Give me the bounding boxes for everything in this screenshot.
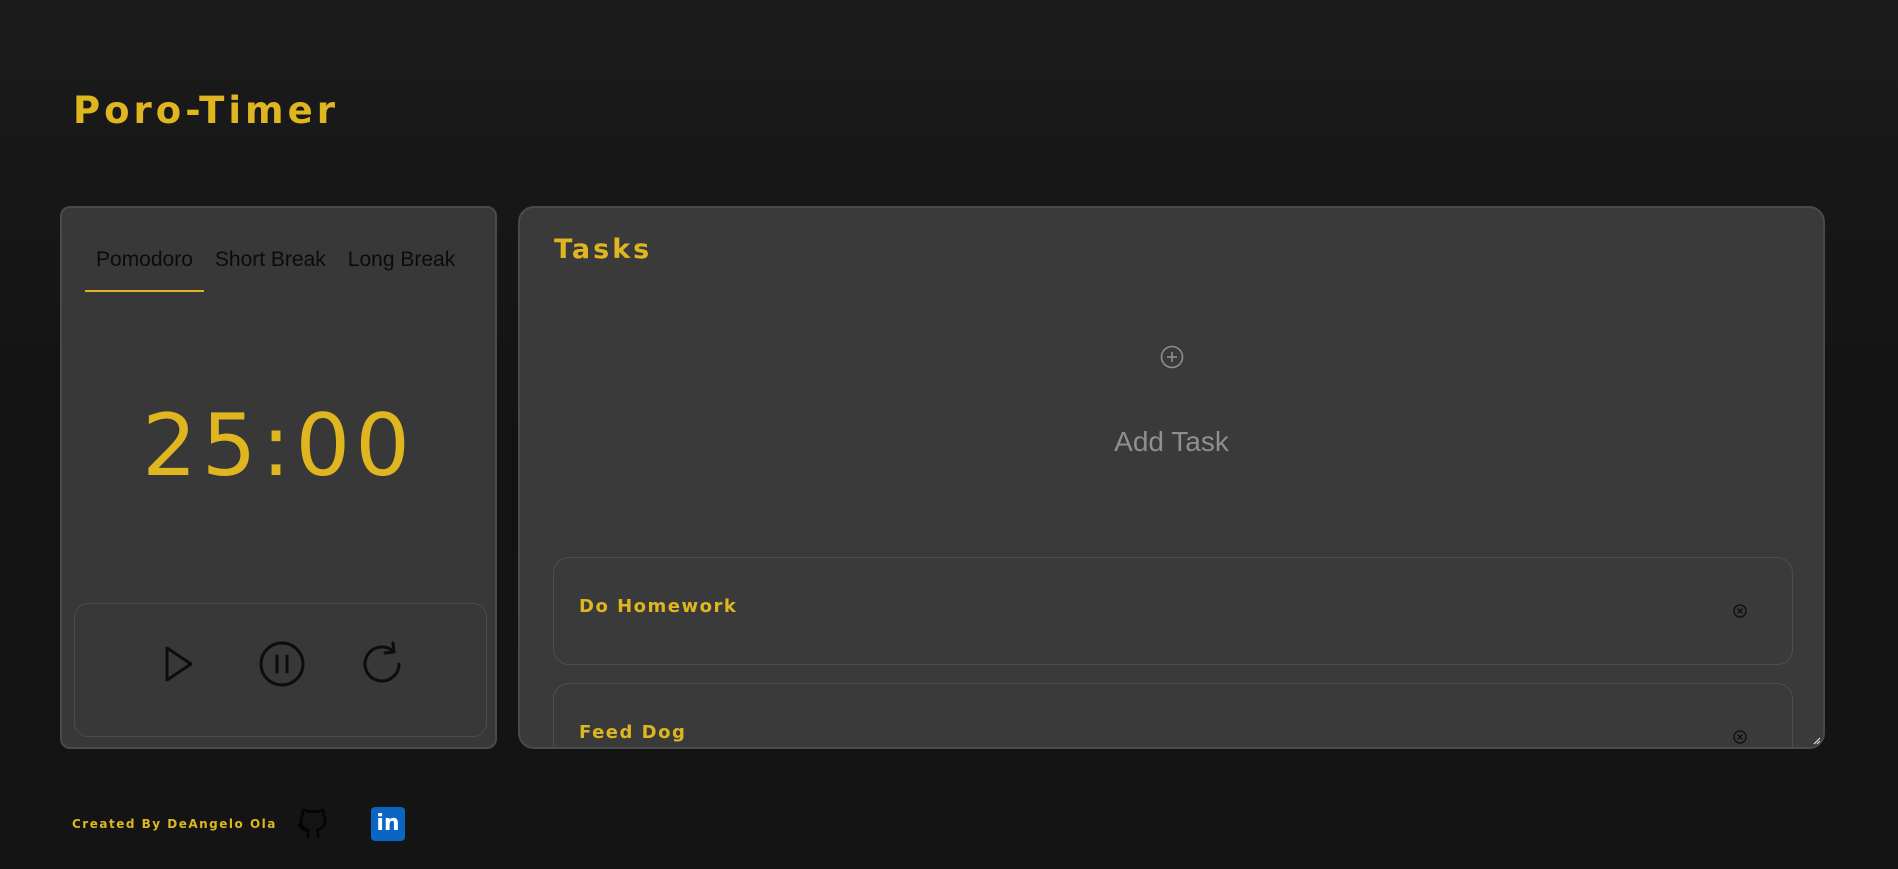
remove-task-button[interactable] — [1733, 603, 1747, 618]
plus-circle-icon — [1160, 345, 1184, 369]
footer-credit: Created By DeAngelo Ola — [72, 817, 277, 831]
timer-panel: Pomodoro Short Break Long Break 25:00 — [60, 206, 497, 749]
timer-display: 25:00 — [142, 396, 415, 496]
tasks-panel: Tasks Add Task Do Homework Feed Dog — [518, 206, 1825, 749]
close-circle-icon — [1733, 730, 1747, 744]
timer-controls — [74, 603, 487, 737]
close-circle-icon — [1733, 604, 1747, 618]
task-name: Feed Dog — [579, 722, 687, 743]
tab-long-break[interactable]: Long Break — [337, 238, 466, 290]
app-title: Poro-Timer — [73, 89, 339, 132]
tab-short-break[interactable]: Short Break — [204, 238, 337, 290]
task-list: Do Homework Feed Dog — [553, 557, 1793, 747]
resize-grip-icon[interactable] — [1813, 737, 1821, 745]
github-link[interactable] — [296, 806, 330, 840]
task-item[interactable]: Do Homework — [553, 557, 1793, 665]
restart-button[interactable] — [358, 640, 406, 688]
mode-tabs: Pomodoro Short Break Long Break — [85, 238, 466, 292]
tab-pomodoro[interactable]: Pomodoro — [85, 238, 204, 292]
task-item[interactable]: Feed Dog — [553, 683, 1793, 747]
github-icon — [297, 808, 327, 839]
linkedin-icon: in — [376, 810, 400, 836]
linkedin-link[interactable]: in — [371, 807, 405, 841]
task-name: Do Homework — [579, 596, 738, 617]
remove-task-button[interactable] — [1733, 729, 1747, 744]
add-task-label[interactable]: Add Task — [520, 426, 1823, 458]
play-button[interactable] — [153, 640, 201, 688]
restart-icon — [363, 641, 401, 683]
pause-button[interactable] — [258, 640, 306, 688]
pause-icon — [259, 641, 305, 687]
play-icon — [165, 646, 193, 682]
add-task-button[interactable] — [1160, 345, 1184, 369]
tasks-heading: Tasks — [554, 234, 653, 265]
